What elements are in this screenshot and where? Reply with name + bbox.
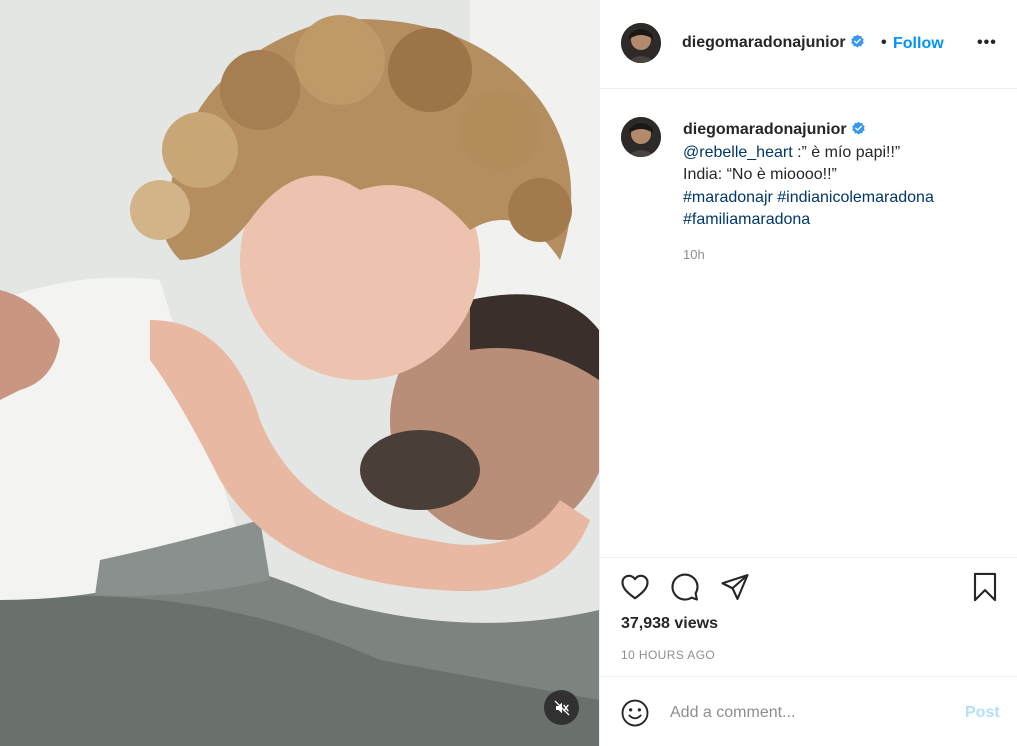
- bookmark-icon: [973, 572, 997, 602]
- caption-text: diegomaradonajunior @rebelle_heart :” è …: [683, 119, 1003, 232]
- post-timestamp[interactable]: 10 HOURS AGO: [621, 648, 715, 662]
- follow-separator: •: [881, 34, 887, 51]
- comment-button[interactable]: [670, 572, 700, 607]
- caption-timestamp[interactable]: 10h: [683, 247, 705, 262]
- caption-line2: India: “No è mioooo!!”: [683, 166, 837, 183]
- comment-form: Post: [600, 676, 1017, 746]
- caption-username[interactable]: diegomaradonajunior: [683, 119, 866, 142]
- header-username-text[interactable]: diegomaradonajunior: [682, 34, 846, 51]
- avatar[interactable]: [621, 23, 661, 63]
- more-options-button[interactable]: •••: [977, 34, 997, 52]
- avatar-image: [621, 117, 661, 157]
- comment-input[interactable]: [670, 701, 950, 725]
- smiley-icon: [621, 699, 649, 727]
- speaker-muted-icon: [554, 700, 569, 715]
- post-side-panel: diegomaradonajunior • Follow ••• diegoma…: [599, 0, 1017, 746]
- follow-button[interactable]: Follow: [893, 35, 944, 53]
- caption-avatar[interactable]: [621, 117, 661, 157]
- heart-icon: [621, 574, 649, 600]
- action-bar: [600, 557, 1017, 617]
- mention-link[interactable]: @rebelle_heart: [683, 144, 793, 161]
- hashtag-link[interactable]: #familiamaradona: [683, 211, 810, 228]
- mute-toggle-button[interactable]: [544, 690, 579, 725]
- like-button[interactable]: [620, 572, 650, 607]
- caption-line1: :” è mío papi!!”: [792, 143, 901, 161]
- hashtag-link[interactable]: #maradonajr: [683, 189, 773, 206]
- header-username[interactable]: diegomaradonajunior: [682, 34, 865, 52]
- hashtag-link[interactable]: #indianicolemaradona: [777, 189, 934, 206]
- view-count[interactable]: 37,938 views: [621, 615, 718, 633]
- post-comment-button[interactable]: Post: [965, 704, 1000, 722]
- avatar-image: [621, 23, 661, 63]
- caption-section: diegomaradonajunior @rebelle_heart :” è …: [600, 89, 1017, 557]
- post-video[interactable]: [0, 0, 599, 746]
- paper-plane-icon: [721, 574, 749, 600]
- video-frame-image: [0, 0, 599, 746]
- verified-badge-icon: [851, 121, 865, 135]
- caption-username-text[interactable]: diegomaradonajunior: [683, 121, 847, 138]
- verified-badge-icon: [850, 34, 864, 48]
- share-button[interactable]: [720, 572, 750, 607]
- emoji-button[interactable]: [620, 698, 650, 733]
- post-header: diegomaradonajunior • Follow •••: [600, 0, 1017, 89]
- save-button[interactable]: [970, 572, 1000, 607]
- comment-bubble-icon: [671, 573, 699, 601]
